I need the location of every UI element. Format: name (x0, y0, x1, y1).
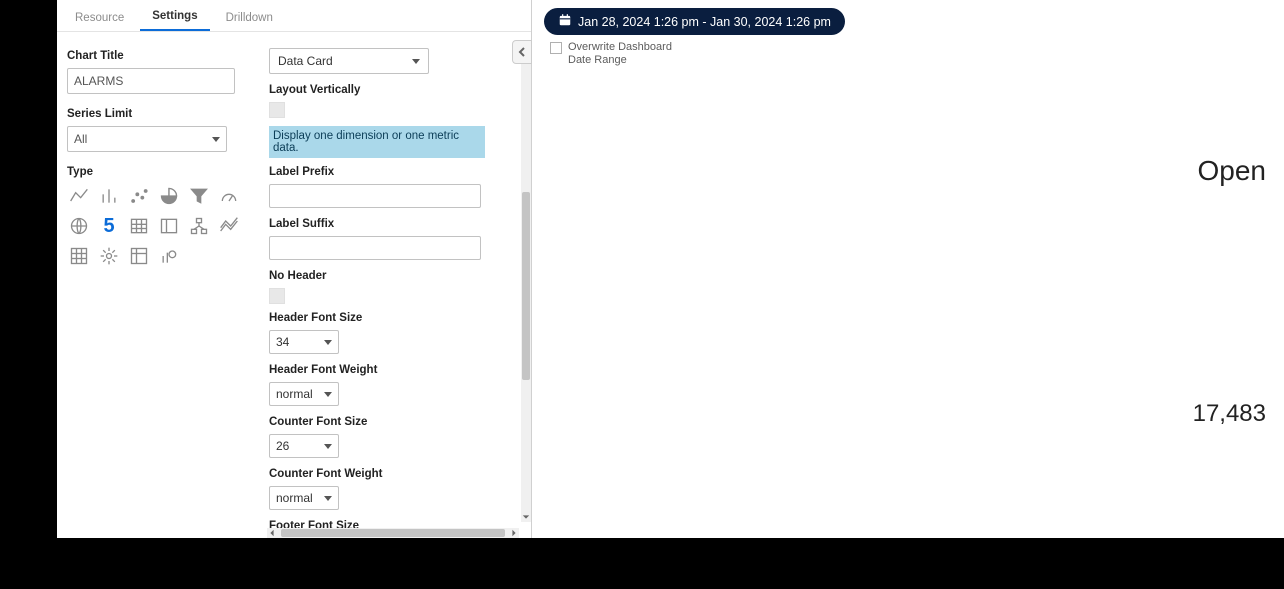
pivot-icon[interactable] (127, 244, 151, 268)
counter-font-weight-label: Counter Font Weight (269, 468, 517, 480)
series-limit-label: Series Limit (67, 108, 257, 120)
chart-title-input[interactable]: ALARMS (67, 68, 235, 94)
counter-font-size-label: Counter Font Size (269, 416, 517, 428)
bar-chart-icon[interactable] (97, 184, 121, 208)
label-prefix-label: Label Prefix (269, 166, 517, 178)
data-card-hint: Display one dimension or one metric data… (269, 126, 485, 158)
scatter-chart-icon[interactable] (127, 184, 151, 208)
settings-v-scrollbar[interactable] (521, 50, 531, 522)
overwrite-dashboard-row[interactable]: Overwrite Dashboard Date Range (550, 41, 1272, 66)
data-card-counter: 17,483 (1193, 400, 1266, 428)
chevron-down-icon (324, 444, 332, 449)
series-limit-value: All (74, 132, 87, 146)
tab-settings[interactable]: Settings (140, 2, 209, 31)
data-card-header: Open (1198, 155, 1267, 187)
globe-icon[interactable] (67, 214, 91, 238)
label-suffix-label: Label Suffix (269, 218, 517, 230)
chart-subtype-select[interactable]: Data Card (269, 48, 429, 74)
overwrite-label: Overwrite Dashboard Date Range (568, 41, 672, 66)
overwrite-checkbox[interactable] (550, 42, 562, 54)
table-icon[interactable] (127, 214, 151, 238)
calendar-icon (558, 13, 572, 30)
header-font-weight-value: normal (276, 387, 313, 401)
tab-drilldown[interactable]: Drilldown (214, 4, 285, 31)
multi-line-icon[interactable] (217, 214, 241, 238)
counter-font-size-value: 26 (276, 439, 289, 453)
preview-area: Jan 28, 2024 1:26 pm - Jan 30, 2024 1:26… (532, 0, 1284, 538)
settings-right-column: Data Card Layout Vertically Display one … (267, 32, 531, 538)
overwrite-label-line2: Date Range (568, 54, 672, 67)
config-panel: Resource Settings Drilldown Chart Title … (57, 0, 532, 538)
scroll-thumb-v[interactable] (522, 192, 530, 381)
type-label: Type (67, 166, 257, 178)
tab-resource[interactable]: Resource (63, 4, 136, 31)
chart-title-value: ALARMS (74, 74, 123, 88)
no-header-label: No Header (269, 270, 517, 282)
workspace: Resource Settings Drilldown Chart Title … (57, 0, 1284, 538)
chevron-down-icon (412, 59, 420, 64)
settings-h-scrollbar[interactable] (267, 528, 519, 538)
no-header-toggle[interactable] (269, 288, 285, 304)
collapse-panel-button[interactable] (512, 40, 532, 64)
chevron-down-icon (324, 496, 332, 501)
layout-vertically-toggle[interactable] (269, 102, 285, 118)
header-font-size-value: 34 (276, 335, 289, 349)
header-font-weight-label: Header Font Weight (269, 364, 517, 376)
combo-chart-icon[interactable] (157, 244, 181, 268)
chart-type-grid: 5 (67, 184, 257, 268)
scroll-down-icon[interactable] (521, 512, 531, 522)
tree-icon[interactable] (187, 214, 211, 238)
config-body: Chart Title ALARMS Series Limit All Type (57, 32, 531, 538)
chevron-down-icon (324, 392, 332, 397)
sunburst-icon[interactable] (97, 244, 121, 268)
counter-font-size-select[interactable]: 26 (269, 434, 339, 458)
card-list-icon[interactable] (157, 214, 181, 238)
chart-subtype-value: Data Card (278, 54, 333, 68)
number-glyph: 5 (103, 215, 114, 238)
scroll-left-icon[interactable] (267, 528, 277, 538)
header-font-size-select[interactable]: 34 (269, 330, 339, 354)
label-suffix-input[interactable] (269, 236, 481, 260)
chevron-down-icon (212, 137, 220, 142)
label-prefix-input[interactable] (269, 184, 481, 208)
header-font-weight-select[interactable]: normal (269, 382, 339, 406)
config-tabbar: Resource Settings Drilldown (57, 0, 531, 32)
scroll-right-icon[interactable] (509, 528, 519, 538)
settings-left-column: Chart Title ALARMS Series Limit All Type (57, 32, 267, 538)
pie-chart-icon[interactable] (157, 184, 181, 208)
chevron-down-icon (324, 340, 332, 345)
gauge-chart-icon[interactable] (217, 184, 241, 208)
overwrite-label-line1: Overwrite Dashboard (568, 41, 672, 54)
counter-font-weight-select[interactable]: normal (269, 486, 339, 510)
chart-title-label: Chart Title (67, 50, 257, 62)
app-root: Resource Settings Drilldown Chart Title … (0, 0, 1284, 589)
scroll-thumb-h[interactable] (281, 529, 505, 537)
line-chart-icon[interactable] (67, 184, 91, 208)
series-limit-select[interactable]: All (67, 126, 227, 152)
date-range-text: Jan 28, 2024 1:26 pm - Jan 30, 2024 1:26… (578, 15, 831, 29)
counter-font-weight-value: normal (276, 491, 313, 505)
number-card-icon[interactable]: 5 (97, 214, 121, 238)
date-range-pill[interactable]: Jan 28, 2024 1:26 pm - Jan 30, 2024 1:26… (544, 8, 845, 35)
funnel-chart-icon[interactable] (187, 184, 211, 208)
header-font-size-label: Header Font Size (269, 312, 517, 324)
layout-vertically-label: Layout Vertically (269, 84, 517, 96)
grid-icon[interactable] (67, 244, 91, 268)
